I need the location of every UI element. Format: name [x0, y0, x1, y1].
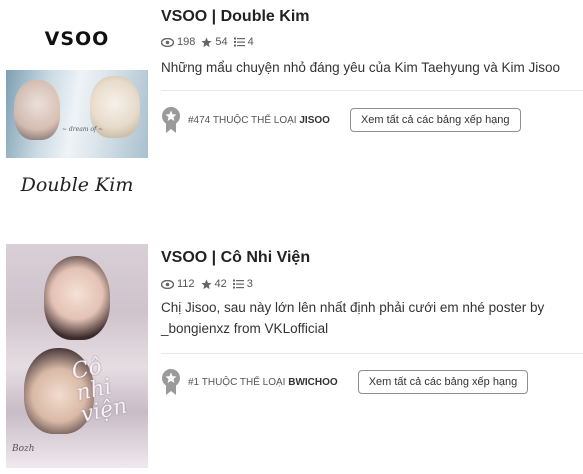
star-icon: [201, 278, 212, 289]
story-title[interactable]: VSOO | Double Kim: [161, 8, 310, 26]
cover-script-title: Double Kim: [20, 174, 134, 196]
view-all-rankings-button[interactable]: Xem tất cả các bảng xếp hạng: [357, 370, 529, 394]
reads-count: 198: [161, 36, 195, 48]
votes-count: 42: [201, 278, 227, 290]
rank-tag[interactable]: JISOO: [299, 115, 330, 126]
ranking-text: #474 THUỘC THỂ LOẠI JISOO: [188, 115, 330, 126]
rank-tag[interactable]: BWICHOO: [288, 377, 337, 388]
cover-brand-text: VSOO: [44, 28, 110, 50]
star-icon: [201, 36, 212, 47]
ranking-badge-icon: [162, 369, 180, 395]
cover-signature: Bozh: [12, 444, 35, 454]
votes-value: 54: [215, 36, 228, 48]
story-cover-image[interactable]: Cô nhi viện Bozh: [6, 244, 148, 468]
story-meta: 198 54 4: [161, 35, 260, 49]
cover-photo: ~ dream of ~: [6, 70, 148, 158]
parts-value: 3: [246, 278, 253, 290]
divider: [161, 90, 583, 91]
eye-icon: [161, 37, 174, 47]
rank-label: THUỘC THỂ LOẠI: [212, 114, 297, 126]
votes-value: 42: [214, 278, 227, 290]
view-all-rankings-button[interactable]: Xem tất cả các bảng xếp hạng: [349, 108, 521, 132]
cover-portrait-top: [44, 256, 110, 340]
divider: [161, 353, 583, 354]
rank-label: THUỘC THỂ LOẠI: [201, 376, 286, 388]
story-card: Cô nhi viện Bozh VSOO | Cô Nhi Viện 112 …: [0, 240, 583, 474]
ranking-text: #1 THUỘC THỂ LOẠI BWICHOO: [188, 377, 338, 388]
cover-script-title: Cô nhi viện: [69, 353, 130, 428]
reads-value: 112: [177, 278, 195, 290]
list-icon: [232, 279, 244, 289]
cover-caption: ~ dream of ~: [62, 126, 104, 133]
ranking-row: #1 THUỘC THỂ LOẠI BWICHOO Xem tất cả các…: [161, 368, 529, 396]
story-meta: 112 42 3: [161, 277, 259, 291]
eye-icon: [161, 279, 174, 289]
story-card: VSOO ~ dream of ~ Double Kim VSOO | Doub…: [0, 0, 583, 238]
rank-number: #474: [188, 114, 211, 126]
story-description: Chị Jisoo, sau này lớn lên nhất định phả…: [161, 300, 545, 336]
reads-value: 198: [177, 36, 196, 48]
ranking-badge-icon: [162, 107, 180, 133]
parts-count: 4: [233, 36, 254, 48]
cover-portrait-left: [14, 80, 60, 140]
story-cover-image[interactable]: VSOO ~ dream of ~ Double Kim: [6, 0, 148, 230]
list-icon: [233, 37, 245, 47]
parts-value: 4: [247, 36, 254, 48]
votes-count: 54: [201, 36, 228, 48]
story-description: Những mẩu chuyện nhỏ đáng yêu của Kim Ta…: [161, 60, 561, 75]
parts-count: 3: [232, 278, 253, 290]
reads-count: 112: [161, 278, 195, 290]
rank-number: #1: [188, 376, 200, 388]
story-title[interactable]: VSOO | Cô Nhi Viện: [161, 249, 310, 267]
ranking-row: #474 THUỘC THỂ LOẠI JISOO Xem tất cả các…: [161, 106, 521, 134]
